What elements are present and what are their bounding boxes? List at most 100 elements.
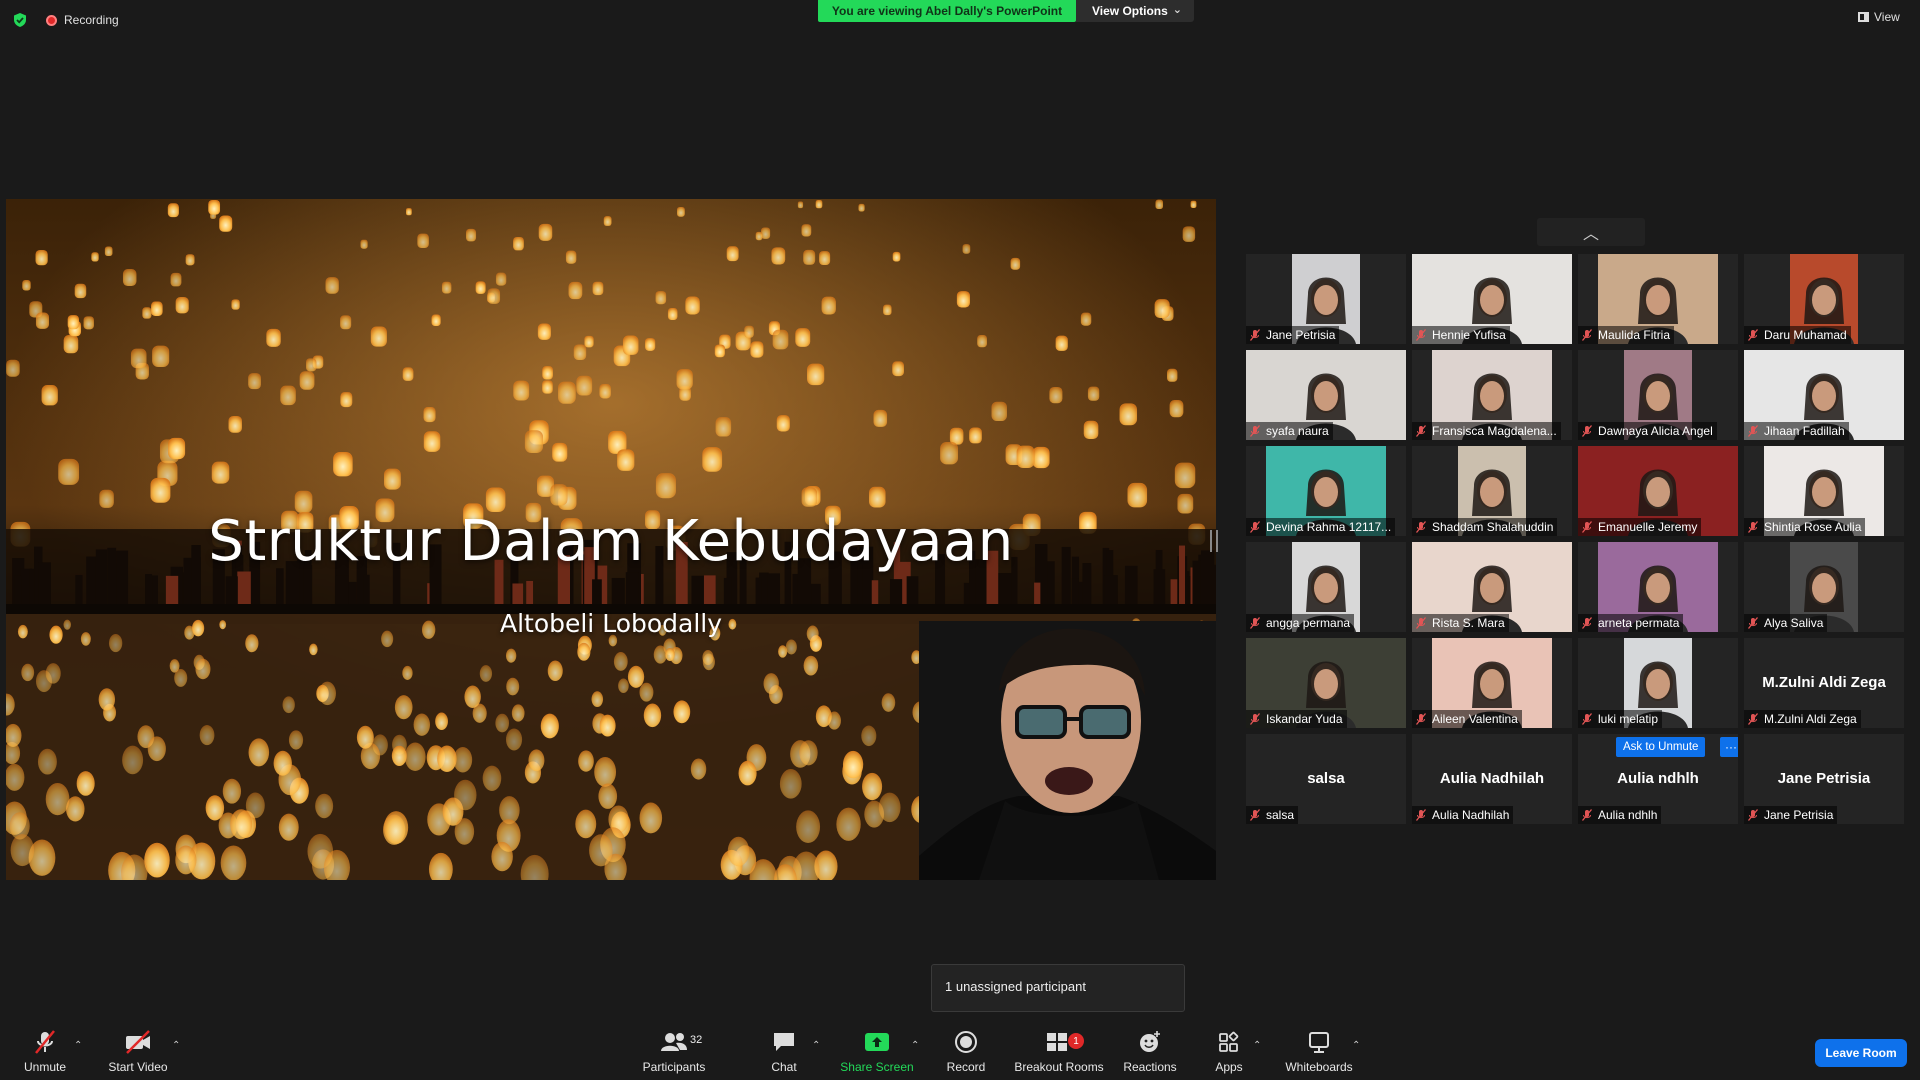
participant-tile[interactable]: Shintia Rose Aulia [1744, 446, 1904, 536]
participant-name-bar: luki melatip [1578, 710, 1663, 728]
presenter-silhouette-icon [919, 621, 1216, 880]
participant-name: Jane Petrisia [1266, 328, 1336, 342]
unmute-button[interactable]: Unmute [20, 1020, 70, 1080]
muted-microphone-icon [1250, 713, 1260, 725]
participant-name-bar: Rista S. Mara [1412, 614, 1509, 632]
participant-tile[interactable]: Jihaan Fadillah [1744, 350, 1904, 440]
participant-tile[interactable]: arneta permata [1578, 542, 1738, 632]
participants-icon [661, 1033, 687, 1051]
participant-tile[interactable]: syafa naura [1246, 350, 1406, 440]
participant-name: Shaddam Shalahuddin [1432, 520, 1554, 534]
participant-name-bar: Jane Petrisia [1744, 806, 1838, 824]
participant-name: syafa naura [1266, 424, 1329, 438]
participant-tile[interactable]: Emanuelle Jeremy [1578, 446, 1738, 536]
participant-tile[interactable]: Aulia ndhlh Aulia ndhlh Ask to Unmute ··· [1578, 734, 1738, 824]
participant-display-name: M.Zulni Aldi Zega [1762, 674, 1886, 691]
participant-tile[interactable]: salsa salsa [1246, 734, 1406, 824]
ask-to-unmute-button[interactable]: Ask to Unmute [1616, 737, 1706, 757]
audio-options-caret-icon[interactable]: ⌃ [74, 1040, 82, 1051]
leave-room-button[interactable]: Leave Room [1815, 1039, 1907, 1067]
security-shield-icon[interactable] [12, 12, 28, 28]
whiteboard-options-caret-icon[interactable]: ⌃ [1352, 1040, 1360, 1051]
chat-options-caret-icon[interactable]: ⌃ [812, 1040, 820, 1051]
gallery-view-icon [1858, 12, 1869, 22]
apps-options-caret-icon[interactable]: ⌃ [1253, 1040, 1261, 1051]
participant-tile[interactable]: Rista S. Mara [1412, 542, 1572, 632]
participant-name: arneta permata [1598, 616, 1680, 630]
participant-name-bar: Jihaan Fadillah [1744, 422, 1849, 440]
more-options-button[interactable]: ··· [1720, 737, 1738, 757]
participant-display-name: Aulia Nadhilah [1439, 770, 1545, 787]
view-label: View [1874, 10, 1900, 24]
participant-name-bar: Dawnaya Alicia Angel [1578, 422, 1717, 440]
unmute-label: Unmute [23, 1060, 67, 1074]
participant-tile[interactable]: Devina Rahma 12117... [1246, 446, 1406, 536]
participant-name: Maulida Fitria [1598, 328, 1671, 342]
participant-tile[interactable]: luki melatip [1578, 638, 1738, 728]
participant-tile[interactable]: M.Zulni Aldi Zega M.Zulni Aldi Zega [1744, 638, 1904, 728]
record-button[interactable]: Record [944, 1020, 988, 1080]
recording-label[interactable]: Recording [64, 13, 119, 27]
smiley-reaction-icon [1140, 1031, 1160, 1052]
participant-name: Daru Muhamad [1764, 328, 1847, 342]
panel-resize-handle[interactable] [1210, 530, 1218, 552]
muted-microphone-icon [1416, 809, 1426, 821]
muted-microphone-icon [1416, 521, 1426, 533]
participant-tile[interactable]: Dawnaya Alicia Angel [1578, 350, 1738, 440]
participants-count: 32 [690, 1034, 703, 1046]
muted-microphone-icon [1748, 329, 1758, 341]
chat-label: Chat [771, 1060, 797, 1074]
presenter-video [919, 621, 1216, 880]
muted-microphone-icon [1748, 809, 1758, 821]
breakout-rooms-button[interactable]: Breakout Rooms [1012, 1020, 1106, 1080]
participant-display-name: Jane Petrisia [1777, 770, 1871, 787]
participant-tile[interactable]: Maulida Fitria [1578, 254, 1738, 344]
participant-name: Aileen Valentina [1432, 712, 1518, 726]
whiteboard-icon [1309, 1032, 1329, 1053]
participant-tile[interactable]: Fransisca Magdalena... [1412, 350, 1572, 440]
unassigned-participant-tooltip[interactable]: 1 unassigned participant [931, 964, 1185, 1012]
share-screen-button[interactable]: Share Screen [840, 1020, 914, 1080]
participant-name: Dawnaya Alicia Angel [1598, 424, 1713, 438]
start-video-button[interactable]: Start Video [106, 1020, 170, 1080]
participant-name: M.Zulni Aldi Zega [1764, 712, 1857, 726]
participant-name: Shintia Rose Aulia [1764, 520, 1862, 534]
participant-tile[interactable]: Aulia Nadhilah Aulia Nadhilah [1412, 734, 1572, 824]
participant-tile[interactable]: Aileen Valentina [1412, 638, 1572, 728]
participant-display-name: Aulia ndhlh [1617, 770, 1699, 787]
participant-name-bar: Emanuelle Jeremy [1578, 518, 1702, 536]
participant-name-bar: Fransisca Magdalena... [1412, 422, 1561, 440]
participant-name: luki melatip [1598, 712, 1659, 726]
participant-name-bar: Alya Saliva [1744, 614, 1828, 632]
reactions-button[interactable]: Reactions [1123, 1020, 1177, 1080]
participant-tile[interactable]: angga permana [1246, 542, 1406, 632]
participant-tile[interactable]: Jane Petrisia Jane Petrisia [1744, 734, 1904, 824]
muted-microphone-icon [1250, 617, 1260, 629]
share-options-caret-icon[interactable]: ⌃ [911, 1040, 919, 1051]
muted-microphone-icon [1748, 521, 1758, 533]
participant-tile[interactable]: Daru Muhamad [1744, 254, 1904, 344]
participant-tile[interactable]: Alya Saliva [1744, 542, 1904, 632]
whiteboards-button[interactable]: Whiteboards [1283, 1020, 1355, 1080]
video-options-caret-icon[interactable]: ⌃ [172, 1040, 180, 1051]
share-screen-label: Share Screen [840, 1060, 914, 1074]
participant-name-bar: Hennie Yufisa [1412, 326, 1510, 344]
participant-name: Rista S. Mara [1432, 616, 1505, 630]
participants-button[interactable]: Participants [640, 1020, 708, 1080]
participant-tile[interactable]: Hennie Yufisa [1412, 254, 1572, 344]
participant-display-name: salsa [1307, 770, 1345, 787]
muted-microphone-icon [1250, 329, 1260, 341]
shared-slide: Struktur Dalam Kebudayaan Altobeli Lobod… [6, 199, 1216, 880]
participant-tile[interactable]: Jane Petrisia [1246, 254, 1406, 344]
participant-tile[interactable]: Iskandar Yuda [1246, 638, 1406, 728]
participant-name: angga permana [1266, 616, 1351, 630]
view-options-button[interactable]: View Options ⌄ [1076, 0, 1194, 22]
meeting-toolbar: Unmute ⌃ Start Video ⌃ Participants 32 C… [0, 1020, 1920, 1080]
participant-tile[interactable]: Shaddam Shalahuddin [1412, 446, 1572, 536]
apps-button[interactable]: Apps [1213, 1020, 1245, 1080]
record-label: Record [946, 1060, 986, 1074]
viewing-banner: You are viewing Abel Dally's PowerPoint [818, 0, 1076, 22]
gallery-scroll-up-button[interactable]: ︿ [1537, 218, 1645, 246]
view-button[interactable]: View [1858, 10, 1900, 24]
chat-button[interactable]: Chat [765, 1020, 803, 1080]
